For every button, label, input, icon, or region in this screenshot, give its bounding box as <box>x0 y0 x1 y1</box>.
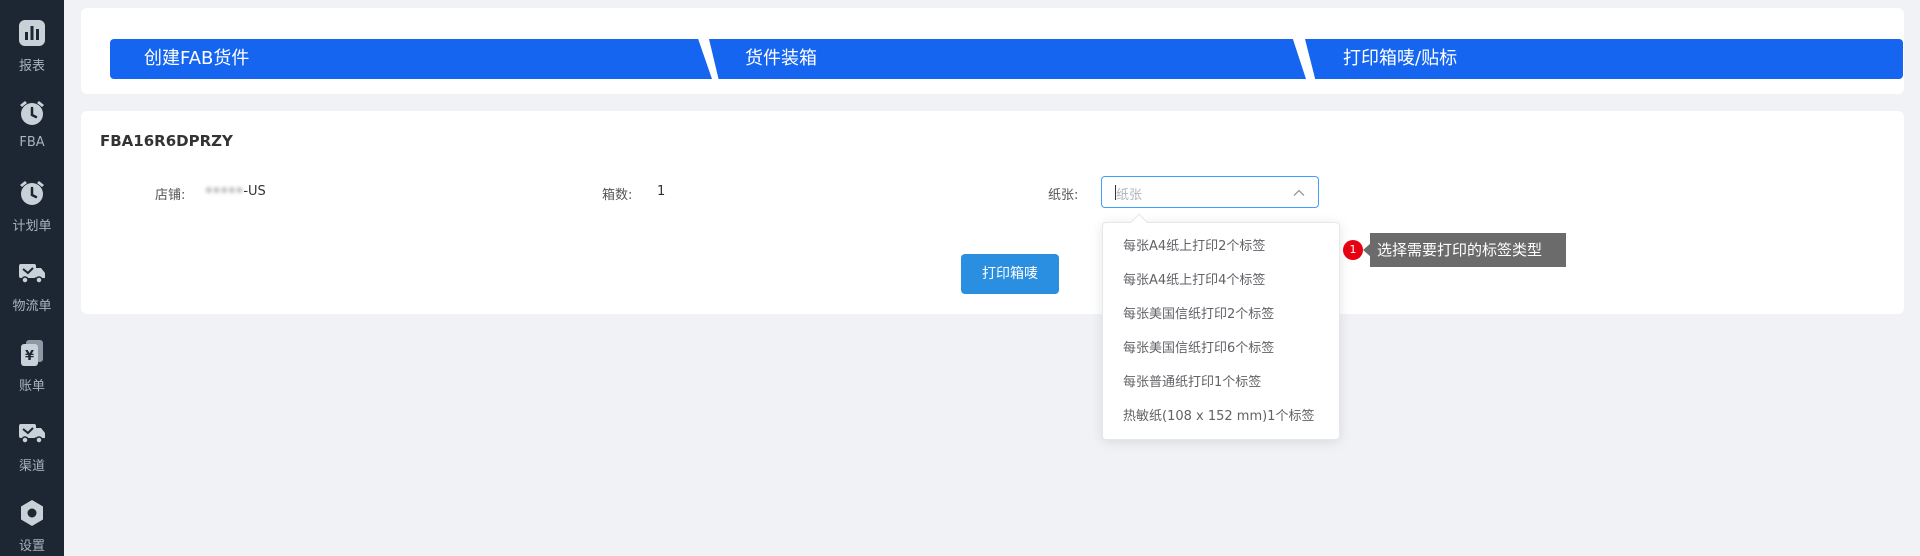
sidebar-item-bills[interactable]: ¥ 账单 <box>0 320 64 400</box>
shipment-detail-card: FBA16R6DPRZY 店铺: •••••-US 箱数: 1 纸张: 纸张 打… <box>81 111 1904 314</box>
sidebar-item-plans[interactable]: 计划单 <box>0 160 64 240</box>
bar-chart-icon <box>17 18 47 48</box>
sidebar: 报表 FBA 计划单 物流单 ¥ 账单 渠道 设置 <box>0 0 64 556</box>
sidebar-item-label: 设置 <box>18 539 45 554</box>
step-label: 打印箱唛/贴标 <box>1343 48 1458 69</box>
annotation-tooltip: 选择需要打印的标签类型 <box>1370 233 1566 267</box>
sidebar-item-label: 物流单 <box>12 299 52 314</box>
paper-select[interactable]: 纸张 <box>1101 176 1319 208</box>
store-label: 店铺: <box>155 188 186 203</box>
sidebar-item-label: 报表 <box>18 59 45 74</box>
sidebar-item-channels[interactable]: 渠道 <box>0 400 64 480</box>
sidebar-item-logistics[interactable]: 物流单 <box>0 240 64 320</box>
store-name-redacted: ••••• <box>205 184 244 199</box>
sidebar-item-settings[interactable]: 设置 <box>0 480 64 556</box>
bill-yuan-icon: ¥ <box>17 338 47 368</box>
step-create-fba-shipment[interactable]: 创建FAB货件 <box>110 39 712 79</box>
chevron-up-icon <box>1293 189 1305 196</box>
paper-label: 纸张: <box>1048 188 1079 203</box>
paper-option[interactable]: 每张A4纸上打印4个标签 <box>1103 264 1339 298</box>
sidebar-item-label: 计划单 <box>12 219 52 234</box>
sidebar-item-label: 渠道 <box>18 459 45 474</box>
step-pack-boxes[interactable]: 货件装箱 <box>709 39 1306 79</box>
truck-icon <box>17 418 47 448</box>
print-box-label-button[interactable]: 打印箱唛 <box>961 254 1059 294</box>
paper-select-placeholder: 纸张 <box>1116 188 1143 203</box>
sidebar-item-fba[interactable]: FBA <box>0 80 64 160</box>
paper-options-dropdown: 每张A4纸上打印2个标签 每张A4纸上打印4个标签 每张美国信纸打印2个标签 每… <box>1102 213 1340 440</box>
step-print-labels[interactable]: 打印箱唛/贴标 <box>1305 39 1903 79</box>
step-label: 创建FAB货件 <box>144 48 250 69</box>
box-count-value: 1 <box>657 184 666 199</box>
main-content: 创建FAB货件 货件装箱 打印箱唛/贴标 FBA16R6DPRZY 店铺: ••… <box>64 0 1920 556</box>
paper-option[interactable]: 每张美国信纸打印6个标签 <box>1103 332 1339 366</box>
box-count-label: 箱数: <box>602 188 633 203</box>
steps-card: 创建FAB货件 货件装箱 打印箱唛/贴标 <box>81 8 1904 94</box>
step-number-badge: 1 <box>1343 240 1363 260</box>
paper-option[interactable]: 每张A4纸上打印2个标签 <box>1103 230 1339 264</box>
sidebar-item-label: 账单 <box>18 379 45 394</box>
step-label: 货件装箱 <box>745 48 817 69</box>
alarm-clock-icon <box>17 98 47 128</box>
store-region: -US <box>243 184 266 199</box>
paper-option[interactable]: 热敏纸(108 x 152 mm)1个标签 <box>1103 400 1339 434</box>
hexagon-gear-icon <box>17 498 47 528</box>
paper-option[interactable]: 每张普通纸打印1个标签 <box>1103 366 1339 400</box>
paper-option[interactable]: 每张美国信纸打印2个标签 <box>1103 298 1339 332</box>
store-value: •••••-US <box>205 184 266 199</box>
alarm-clock-icon <box>17 178 47 208</box>
truck-icon <box>17 258 47 288</box>
svg-text:¥: ¥ <box>25 349 34 364</box>
sidebar-item-label: FBA <box>19 135 45 150</box>
sidebar-item-reports[interactable]: 报表 <box>0 0 64 80</box>
shipment-id: FBA16R6DPRZY <box>100 132 233 150</box>
